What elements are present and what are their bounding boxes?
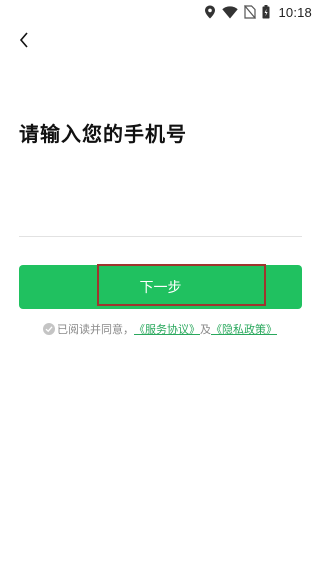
input-underline (19, 236, 302, 237)
status-bar: 10:18 (0, 0, 320, 24)
agree-checkbox[interactable] (43, 323, 55, 335)
chevron-left-icon (18, 31, 30, 53)
phone-number-input[interactable] (19, 200, 302, 236)
location-icon (204, 5, 216, 19)
back-button[interactable] (10, 28, 38, 56)
privacy-policy-link[interactable]: 《隐私政策》 (211, 321, 277, 337)
battery-icon (262, 5, 270, 19)
login-phone-screen: 10:18 请输入您的手机号 下一步 已阅读并同意， 《服务协议》 及 《隐私政… (0, 0, 320, 569)
check-icon (45, 326, 53, 333)
wifi-icon (222, 5, 239, 19)
no-sim-icon (244, 5, 257, 19)
next-step-button[interactable]: 下一步 (19, 265, 302, 309)
status-time: 10:18 (278, 4, 312, 20)
page-title: 请输入您的手机号 (19, 122, 187, 146)
agreement-connector: 及 (200, 323, 211, 336)
next-step-label: 下一步 (139, 280, 182, 296)
service-agreement-link[interactable]: 《服务协议》 (134, 321, 200, 337)
agreement-row: 已阅读并同意， 《服务协议》 及 《隐私政策》 (0, 320, 320, 338)
agreement-prefix: 已阅读并同意， (57, 323, 134, 336)
